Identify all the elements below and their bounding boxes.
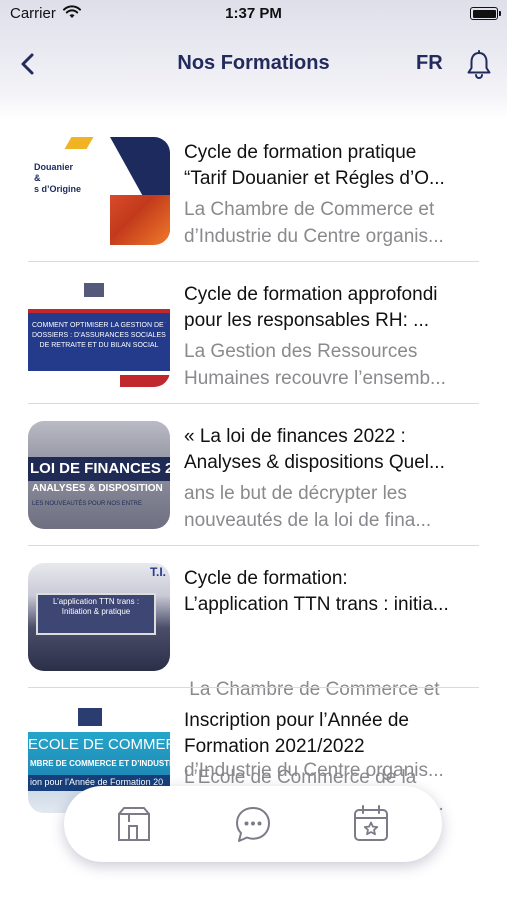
tab-bar (64, 786, 442, 862)
status-time: 1:37 PM (225, 5, 282, 22)
thumbnail-text: & (34, 173, 41, 183)
thumbnail-text: ECOLE DE COMMERCE (28, 736, 170, 753)
thumbnail-text: COMMENT OPTIMISER LA GESTION DE VOS (32, 322, 166, 329)
thumbnail-text: DOSSIERS : D’ASSURANCES SOCIALES, (32, 332, 166, 339)
formation-title: Cycle de formation: L’application TTN tr… (184, 566, 484, 618)
formation-description: La Chambre de Commerce et d’Industrie du… (184, 196, 484, 250)
formation-title-line: Formation 2021/2022 (184, 736, 365, 757)
thumbnail-text: L’application TTN trans : (52, 597, 140, 606)
tab-store[interactable] (110, 800, 158, 848)
formation-description: La Gestion des Ressources Humaines recou… (184, 338, 484, 392)
formation-title-line: “Tarif Douanier et Régles d’O... (184, 168, 445, 189)
formation-title-line: Cycle de formation approfondi (184, 284, 438, 305)
thumbnail-text: DE RETRAITE ET DU BILAN SOCIAL (39, 342, 159, 349)
list-item[interactable]: Douanier & s d’Origine Cycle de formatio… (0, 120, 507, 262)
tab-messages[interactable] (229, 800, 277, 848)
battery-icon (470, 7, 501, 20)
formation-title: Cycle de formation pratique “Tarif Douan… (184, 140, 484, 192)
formation-description-line: La Chambre de Commerce et (184, 199, 435, 220)
nav-bar: Nos Formations FR (0, 40, 507, 88)
store-icon (118, 807, 150, 841)
thumbnail-text: LOI DE FINANCES 2 (30, 460, 170, 477)
formation-description-line: d’Industrie du Centre organis... (184, 226, 444, 247)
formation-title-line: L’application TTN trans : initia... (184, 594, 449, 615)
calendar-star-icon (354, 805, 388, 841)
formation-title-line: Cycle de formation pratique (184, 142, 417, 163)
formation-title: Cycle de formation approfondi pour les r… (184, 282, 484, 334)
chat-bubble-icon (236, 807, 270, 842)
formation-title-line: Analyses & dispositions Quel... (184, 452, 445, 473)
thumbnail-text: Douanier (34, 162, 74, 172)
formation-thumbnail: LOI DE FINANCES 2 ANALYSES & DISPOSITION… (28, 421, 170, 529)
language-button[interactable]: FR (416, 52, 443, 75)
thumbnail-text: MBRE DE COMMERCE ET D’INDUSTRIE DU C (30, 759, 170, 768)
thumbnail-text: Initiation & pratique (61, 607, 131, 616)
formation-title-line: pour les responsables RH: ... (184, 310, 430, 331)
list-item[interactable]: LOI DE FINANCES 2 ANALYSES & DISPOSITION… (0, 404, 507, 546)
notifications-button[interactable] (462, 48, 496, 82)
list-item[interactable]: T.I. L’application TTN trans : Initiatio… (0, 546, 507, 781)
formation-description-line: Humaines recouvre l’ensemb... (184, 368, 446, 389)
thumbnail-text: LES NOUVEAUTÉS POUR NOS ENTRE (32, 501, 143, 507)
thumbnail-text: ANALYSES & DISPOSITION (32, 483, 163, 494)
formation-description-line: nouveautés de la loi de fina... (184, 510, 432, 531)
formation-description: ans le but de décrypter les nouveautés d… (184, 480, 484, 534)
formation-thumbnail: Douanier & s d’Origine (28, 137, 170, 245)
formation-title: « La loi de finances 2022 : Analyses & d… (184, 424, 484, 476)
formation-title-line: Inscription pour l’Année de (184, 710, 409, 731)
formation-title: Inscription pour l’Année de Formation 20… (184, 708, 484, 760)
tab-events[interactable] (347, 800, 395, 848)
formation-thumbnail: T.I. L’application TTN trans : Initiatio… (28, 563, 170, 671)
list-item[interactable]: COMMENT OPTIMISER LA GESTION DE VOS DOSS… (0, 262, 507, 404)
thumbnail-text: s d’Origine (34, 184, 82, 194)
bell-icon (467, 50, 491, 79)
formation-thumbnail: COMMENT OPTIMISER LA GESTION DE VOS DOSS… (28, 279, 170, 387)
status-bar: Carrier 1:37 PM (0, 0, 507, 28)
thumbnail-text: T.I. (149, 565, 166, 579)
formation-description-line: ans le but de décrypter les (184, 483, 407, 504)
formation-title-line: Cycle de formation: (184, 568, 348, 589)
formation-title-line: « La loi de finances 2022 : (184, 426, 406, 447)
formation-description-line: La Gestion des Ressources (184, 341, 418, 362)
